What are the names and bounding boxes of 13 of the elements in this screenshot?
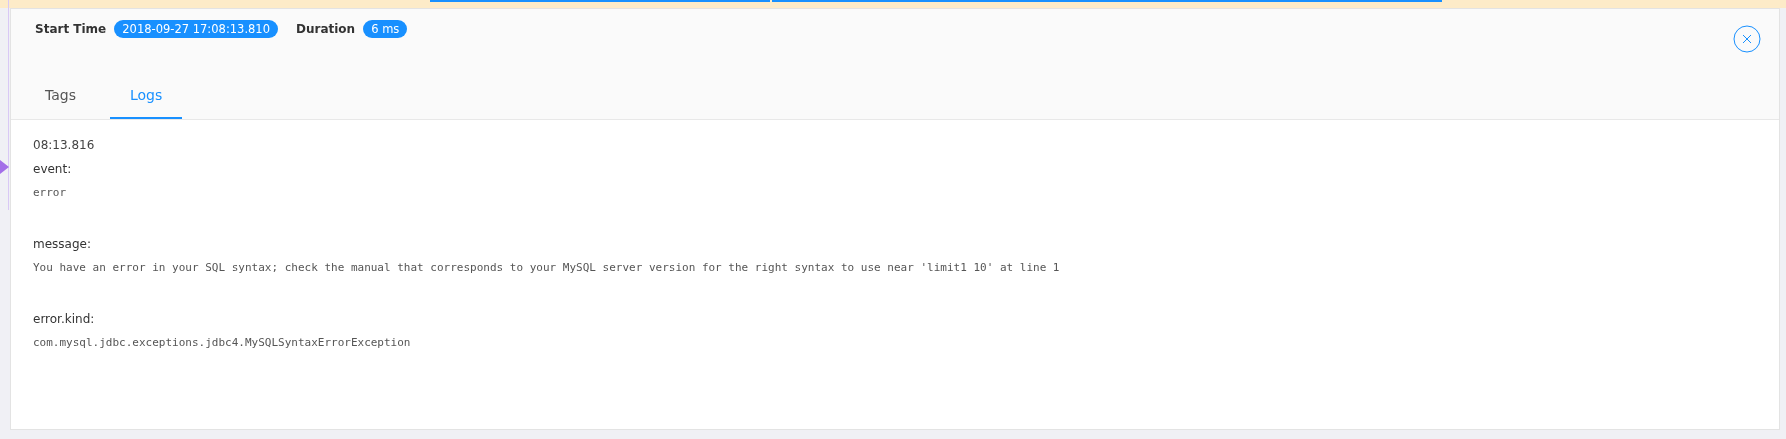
duration-tag: 6 ms xyxy=(363,20,408,38)
log-field-key: message: xyxy=(33,237,1757,251)
log-field-value: error xyxy=(33,186,68,199)
log-field-key: event: xyxy=(33,162,1757,176)
close-icon[interactable] xyxy=(1733,25,1761,53)
tab[interactable]: Tags xyxy=(25,75,96,119)
log-field-key: error.kind: xyxy=(33,312,1757,326)
start-time-label: Start Time xyxy=(35,22,107,36)
log-field-value: You have an error in your SQL syntax; check the manual that corresponds to your MySQL server version for the right syntax to use near 'limit1 10' at line 1 xyxy=(33,261,1061,274)
log-field-value: com.mysql.jdbc.exceptions.jdbc4.MySQLSyntaxErrorException xyxy=(33,336,412,349)
log-timestamp: 08:13.816 xyxy=(33,138,96,152)
start-time-tag: 2018-09-27 17:08:13.810 xyxy=(114,20,278,38)
duration-label: Duration xyxy=(296,22,356,36)
